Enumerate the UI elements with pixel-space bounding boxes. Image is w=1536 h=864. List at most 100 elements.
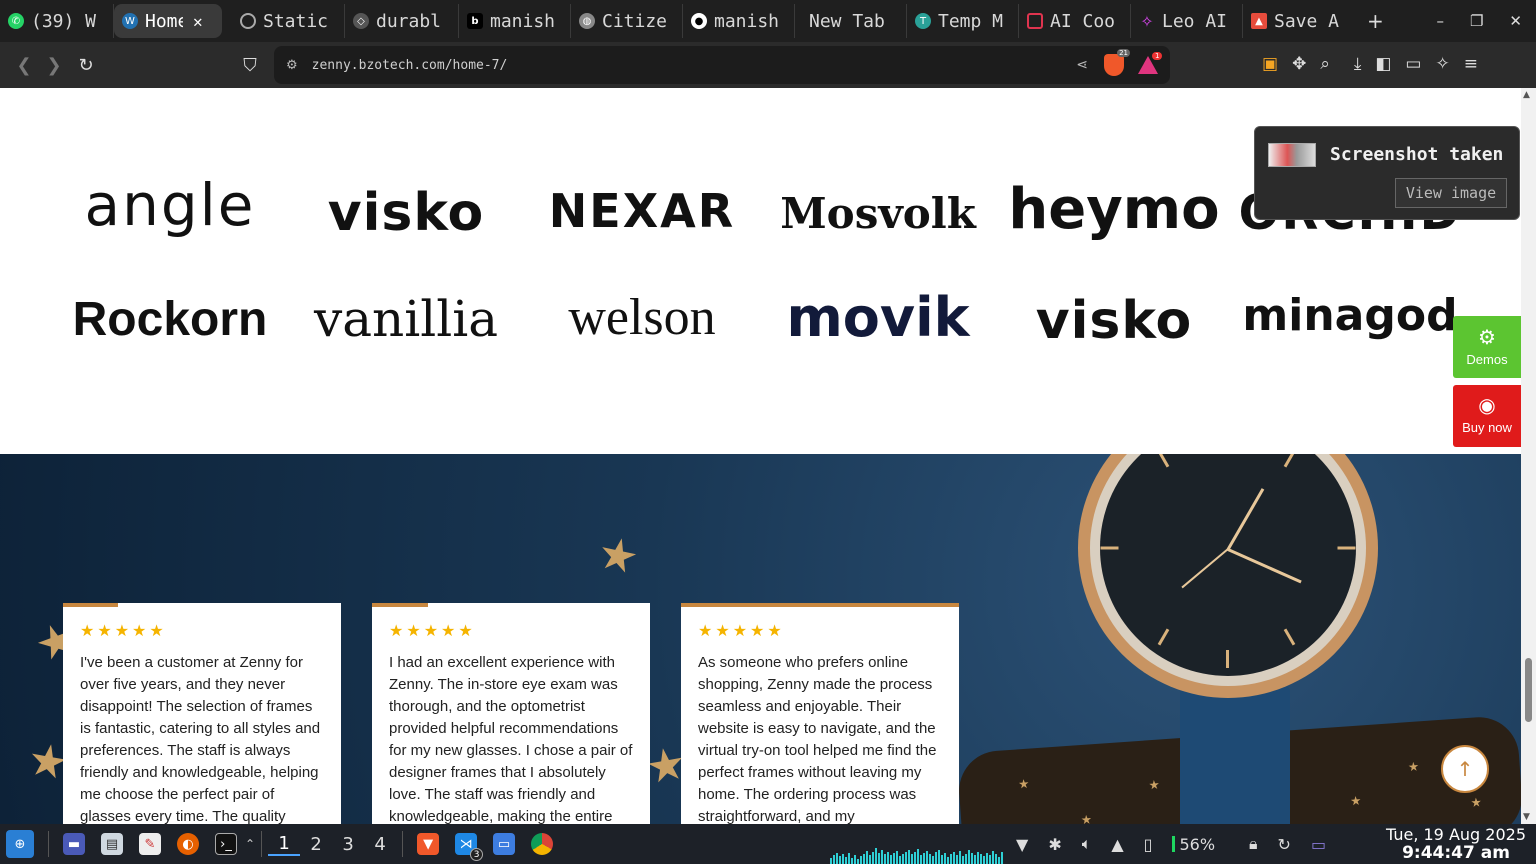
url-text[interactable]: zenny.bzotech.com/home-7/ — [312, 58, 508, 73]
watch-strap — [1180, 684, 1290, 824]
scroll-down-arrow[interactable]: ▼ — [1523, 812, 1530, 822]
workspace-2[interactable]: 2 — [300, 834, 332, 855]
volume-icon[interactable]: 🔈︎ — [1082, 834, 1092, 854]
tab-strip: ✆ (39) W W Home ✕ Static ◇ durabl b mani… — [0, 0, 1536, 42]
rating-stars: ★★★★★ — [698, 621, 785, 640]
share-icon[interactable]: ⋖ — [1076, 57, 1088, 73]
brand-logo-visko[interactable]: visko — [298, 178, 514, 248]
brand-logo-minagod[interactable]: minagod — [1242, 280, 1458, 350]
clipboard-icon[interactable]: ▯ — [1144, 835, 1153, 854]
wallet-icon[interactable]: ▭ — [1405, 54, 1421, 74]
back-button[interactable]: ❮ — [9, 55, 39, 76]
folder-icon[interactable]: ▭ — [493, 833, 516, 855]
minimize-button[interactable]: – — [1436, 12, 1444, 30]
brand-logo-angle[interactable]: angle — [62, 170, 278, 240]
reload-button[interactable]: ↻ — [71, 55, 101, 76]
star-decoration — [597, 535, 640, 578]
battery-level — [1172, 836, 1176, 852]
tab-save-image[interactable]: ▲ Save A — [1243, 4, 1353, 38]
testimonial-text: I've been a customer at Zenny for over f… — [80, 654, 321, 824]
bluetooth-icon[interactable]: ✱ — [1048, 835, 1061, 854]
wifi-icon[interactable]: ▼ — [1016, 835, 1028, 854]
workspace-4[interactable]: 4 — [364, 834, 396, 855]
view-image-button[interactable]: View image — [1395, 178, 1507, 208]
desktop-icon[interactable]: ▬ — [63, 833, 85, 855]
system-tray: ▼ ✱ 🔈︎ ▲ ▯ 56% 🔒︎ ↻ ▭ — [1016, 824, 1326, 864]
terminal-icon[interactable]: ›_ — [215, 833, 237, 855]
brand-logo-movik[interactable]: movik — [770, 282, 986, 352]
brand-logo-vanillia[interactable]: vanillia — [298, 284, 514, 354]
screenshot-thumbnail[interactable] — [1268, 143, 1316, 167]
page-scrollbar[interactable]: ▲ ▼ — [1521, 88, 1536, 824]
download-icon[interactable]: ⤓ — [1354, 54, 1362, 74]
brave-rewards-icon[interactable]: 1 — [1138, 52, 1163, 74]
brand-logo-visko-2[interactable]: visko — [1006, 286, 1222, 356]
lock-icon[interactable]: 🔒︎ — [1249, 834, 1258, 854]
temp-icon: T — [915, 13, 931, 29]
chrome-icon[interactable] — [531, 833, 554, 855]
leo-ai-icon[interactable]: ✧ — [1435, 54, 1449, 74]
maximize-button[interactable]: ❐ — [1470, 12, 1483, 30]
tab-whatsapp[interactable]: ✆ (39) W — [0, 4, 114, 38]
tab-temp-mail[interactable]: T Temp M — [907, 4, 1019, 38]
site-settings-icon[interactable]: ⚙ — [286, 58, 298, 73]
cube-icon — [1027, 13, 1043, 29]
logo-icon: ◉ — [1478, 395, 1496, 417]
window-controls: – ❐ ✕ — [1436, 12, 1536, 30]
tab-durable[interactable]: ◇ durabl — [345, 4, 459, 38]
firefox-icon[interactable]: ◐ — [177, 833, 199, 855]
scrollbar-thumb[interactable] — [1525, 658, 1532, 722]
scroll-to-top-button[interactable]: ↑ — [1441, 745, 1489, 793]
extension-icon-orange[interactable]: ▣ — [1262, 54, 1278, 74]
time-text: 9:44:47 am — [1402, 843, 1510, 863]
extension-tools: ▣ ✥ ⌕ ⤓ ◧ ▭ ✧ ≡ — [1262, 54, 1478, 74]
start-menu-icon[interactable]: ⊕ — [6, 830, 34, 858]
puzzle-icon[interactable]: ✥ — [1292, 54, 1306, 74]
close-tab-icon[interactable]: ✕ — [193, 12, 203, 31]
brand-logo-rockorn[interactable]: Rockorn — [62, 284, 278, 354]
file-manager-icon[interactable]: ▤ — [101, 833, 123, 855]
new-tab-button[interactable]: + — [1353, 9, 1398, 33]
bookmark-icon[interactable]: ⛉ — [235, 55, 265, 76]
workspace-3[interactable]: 3 — [332, 834, 364, 855]
document-icon[interactable]: ✎ — [139, 833, 161, 855]
buy-now-button[interactable]: ◉ Buy now — [1453, 385, 1521, 447]
brave-icon[interactable]: ▼ — [417, 833, 440, 855]
display-icon[interactable]: ▭ — [1311, 835, 1326, 854]
demos-button[interactable]: ⚙ Demos — [1453, 316, 1521, 378]
leo-icon: ✧ — [1140, 11, 1154, 31]
screenshot-icon[interactable]: ⌕ — [1320, 54, 1330, 74]
workspace-1[interactable]: 1 — [268, 833, 301, 856]
tab-ai-code[interactable]: AI Coo — [1019, 4, 1131, 38]
notification-message: Screenshot taken — [1330, 144, 1504, 165]
tab-new-tab[interactable]: New Tab — [795, 4, 907, 38]
sidebar-icon[interactable]: ◧ — [1375, 54, 1391, 74]
battery-indicator[interactable]: 56% — [1172, 835, 1215, 854]
menu-icon[interactable]: ≡ — [1464, 54, 1478, 74]
clock[interactable]: Tue, 19 Aug 2025 9:44:47 am — [1386, 826, 1526, 863]
brave-shield-icon[interactable]: 21 — [1104, 49, 1130, 76]
testimonial-card: ★★★★★ I had an excellent experience with… — [372, 603, 650, 824]
forward-button[interactable]: ❯ — [39, 55, 69, 76]
tab-citizen[interactable]: ◍ Citize — [571, 4, 683, 38]
tab-github[interactable]: ● manish — [683, 4, 795, 38]
tab-leo-ai[interactable]: ✧ Leo AI — [1131, 4, 1243, 38]
chevron-up-icon[interactable]: ⌃ — [245, 837, 255, 851]
close-window-button[interactable]: ✕ — [1509, 12, 1522, 30]
rating-stars: ★★★★★ — [80, 621, 167, 640]
brand-logo-welson[interactable]: welson — [534, 282, 750, 352]
globe-icon: ◍ — [579, 13, 595, 29]
tab-static[interactable]: Static — [232, 4, 345, 38]
vscode-icon[interactable]: ⋊ 3 — [455, 833, 484, 861]
tab-manish-b[interactable]: b manish — [459, 4, 571, 38]
arrow-up-icon: ↑ — [1456, 757, 1474, 781]
brand-logo-mosvolk[interactable]: Mosvolk — [770, 178, 986, 248]
testimonial-card: ★★★★★ As someone who prefers online shop… — [681, 603, 959, 824]
notification-bell-icon[interactable]: ▲ — [1111, 835, 1123, 854]
brand-logo-nexar[interactable]: NEXAR — [534, 176, 750, 246]
scroll-up-arrow[interactable]: ▲ — [1523, 90, 1530, 100]
brand-logo-heymo[interactable]: heymo — [1006, 174, 1222, 244]
tab-home[interactable]: W Home ✕ — [114, 4, 222, 38]
address-bar[interactable]: ⚙ zenny.bzotech.com/home-7/ ⋖ 21 1 — [274, 46, 1170, 84]
refresh-icon[interactable]: ↻ — [1278, 835, 1291, 854]
